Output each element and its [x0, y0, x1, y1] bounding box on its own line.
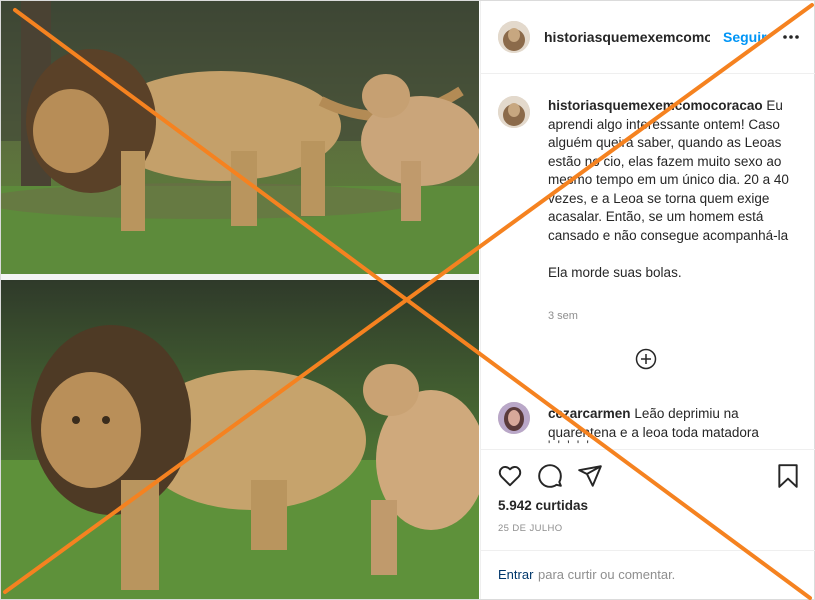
caption-time[interactable]: 3 sem: [548, 310, 578, 322]
comments-scroll-area[interactable]: historiasquemexemcomocoracao Eu aprendi …: [481, 74, 815, 448]
login-prompt: para curtir ou comentar.: [538, 567, 676, 582]
login-footer: Entrar para curtir ou comentar.: [481, 550, 815, 600]
caption-username[interactable]: historiasquemexemcomocoracao: [548, 98, 763, 113]
more-dots-icon[interactable]: [781, 29, 801, 45]
post-image[interactable]: [1, 1, 479, 599]
comment-body: cezarcarmen Leão deprimiu na quarentena …: [548, 404, 793, 442]
post-header: historiasquemexemcomocoracao Seguir: [481, 1, 815, 74]
plus-circle-icon[interactable]: [635, 348, 657, 370]
share-icon[interactable]: [577, 463, 603, 489]
bookmark-icon[interactable]: [775, 463, 801, 489]
caption-text: Eu aprendi algo interessante ontem! Caso…: [548, 98, 789, 280]
likes-count[interactable]: 5.942 curtidas: [498, 498, 588, 513]
avatar-image: [498, 402, 530, 434]
login-link[interactable]: Entrar: [498, 567, 533, 582]
comment-username[interactable]: cezarcarmen: [548, 406, 631, 421]
caption: historiasquemexemcomocoracao Eu aprendi …: [548, 97, 793, 282]
post-date[interactable]: 25 DE JULHO: [498, 523, 563, 534]
lion-photo-bottom: [1, 280, 479, 599]
post-frame: historiasquemexemcomocoracao Seguir hist…: [0, 0, 815, 600]
follow-button[interactable]: Seguir: [723, 29, 767, 45]
avatar-image: [498, 21, 530, 53]
avatar-image: [498, 96, 530, 128]
caption-avatar[interactable]: [498, 96, 530, 128]
post-panel: historiasquemexemcomocoracao Seguir hist…: [480, 1, 815, 599]
header-username[interactable]: historiasquemexemcomocoracao: [544, 29, 710, 45]
heart-icon[interactable]: [497, 463, 523, 489]
comment-overflow: ' ' ' ' ': [548, 438, 591, 448]
lion-photo-top: [1, 1, 479, 274]
comment-avatar[interactable]: [498, 402, 530, 434]
comment-icon[interactable]: [537, 463, 563, 489]
avatar[interactable]: [498, 21, 530, 53]
